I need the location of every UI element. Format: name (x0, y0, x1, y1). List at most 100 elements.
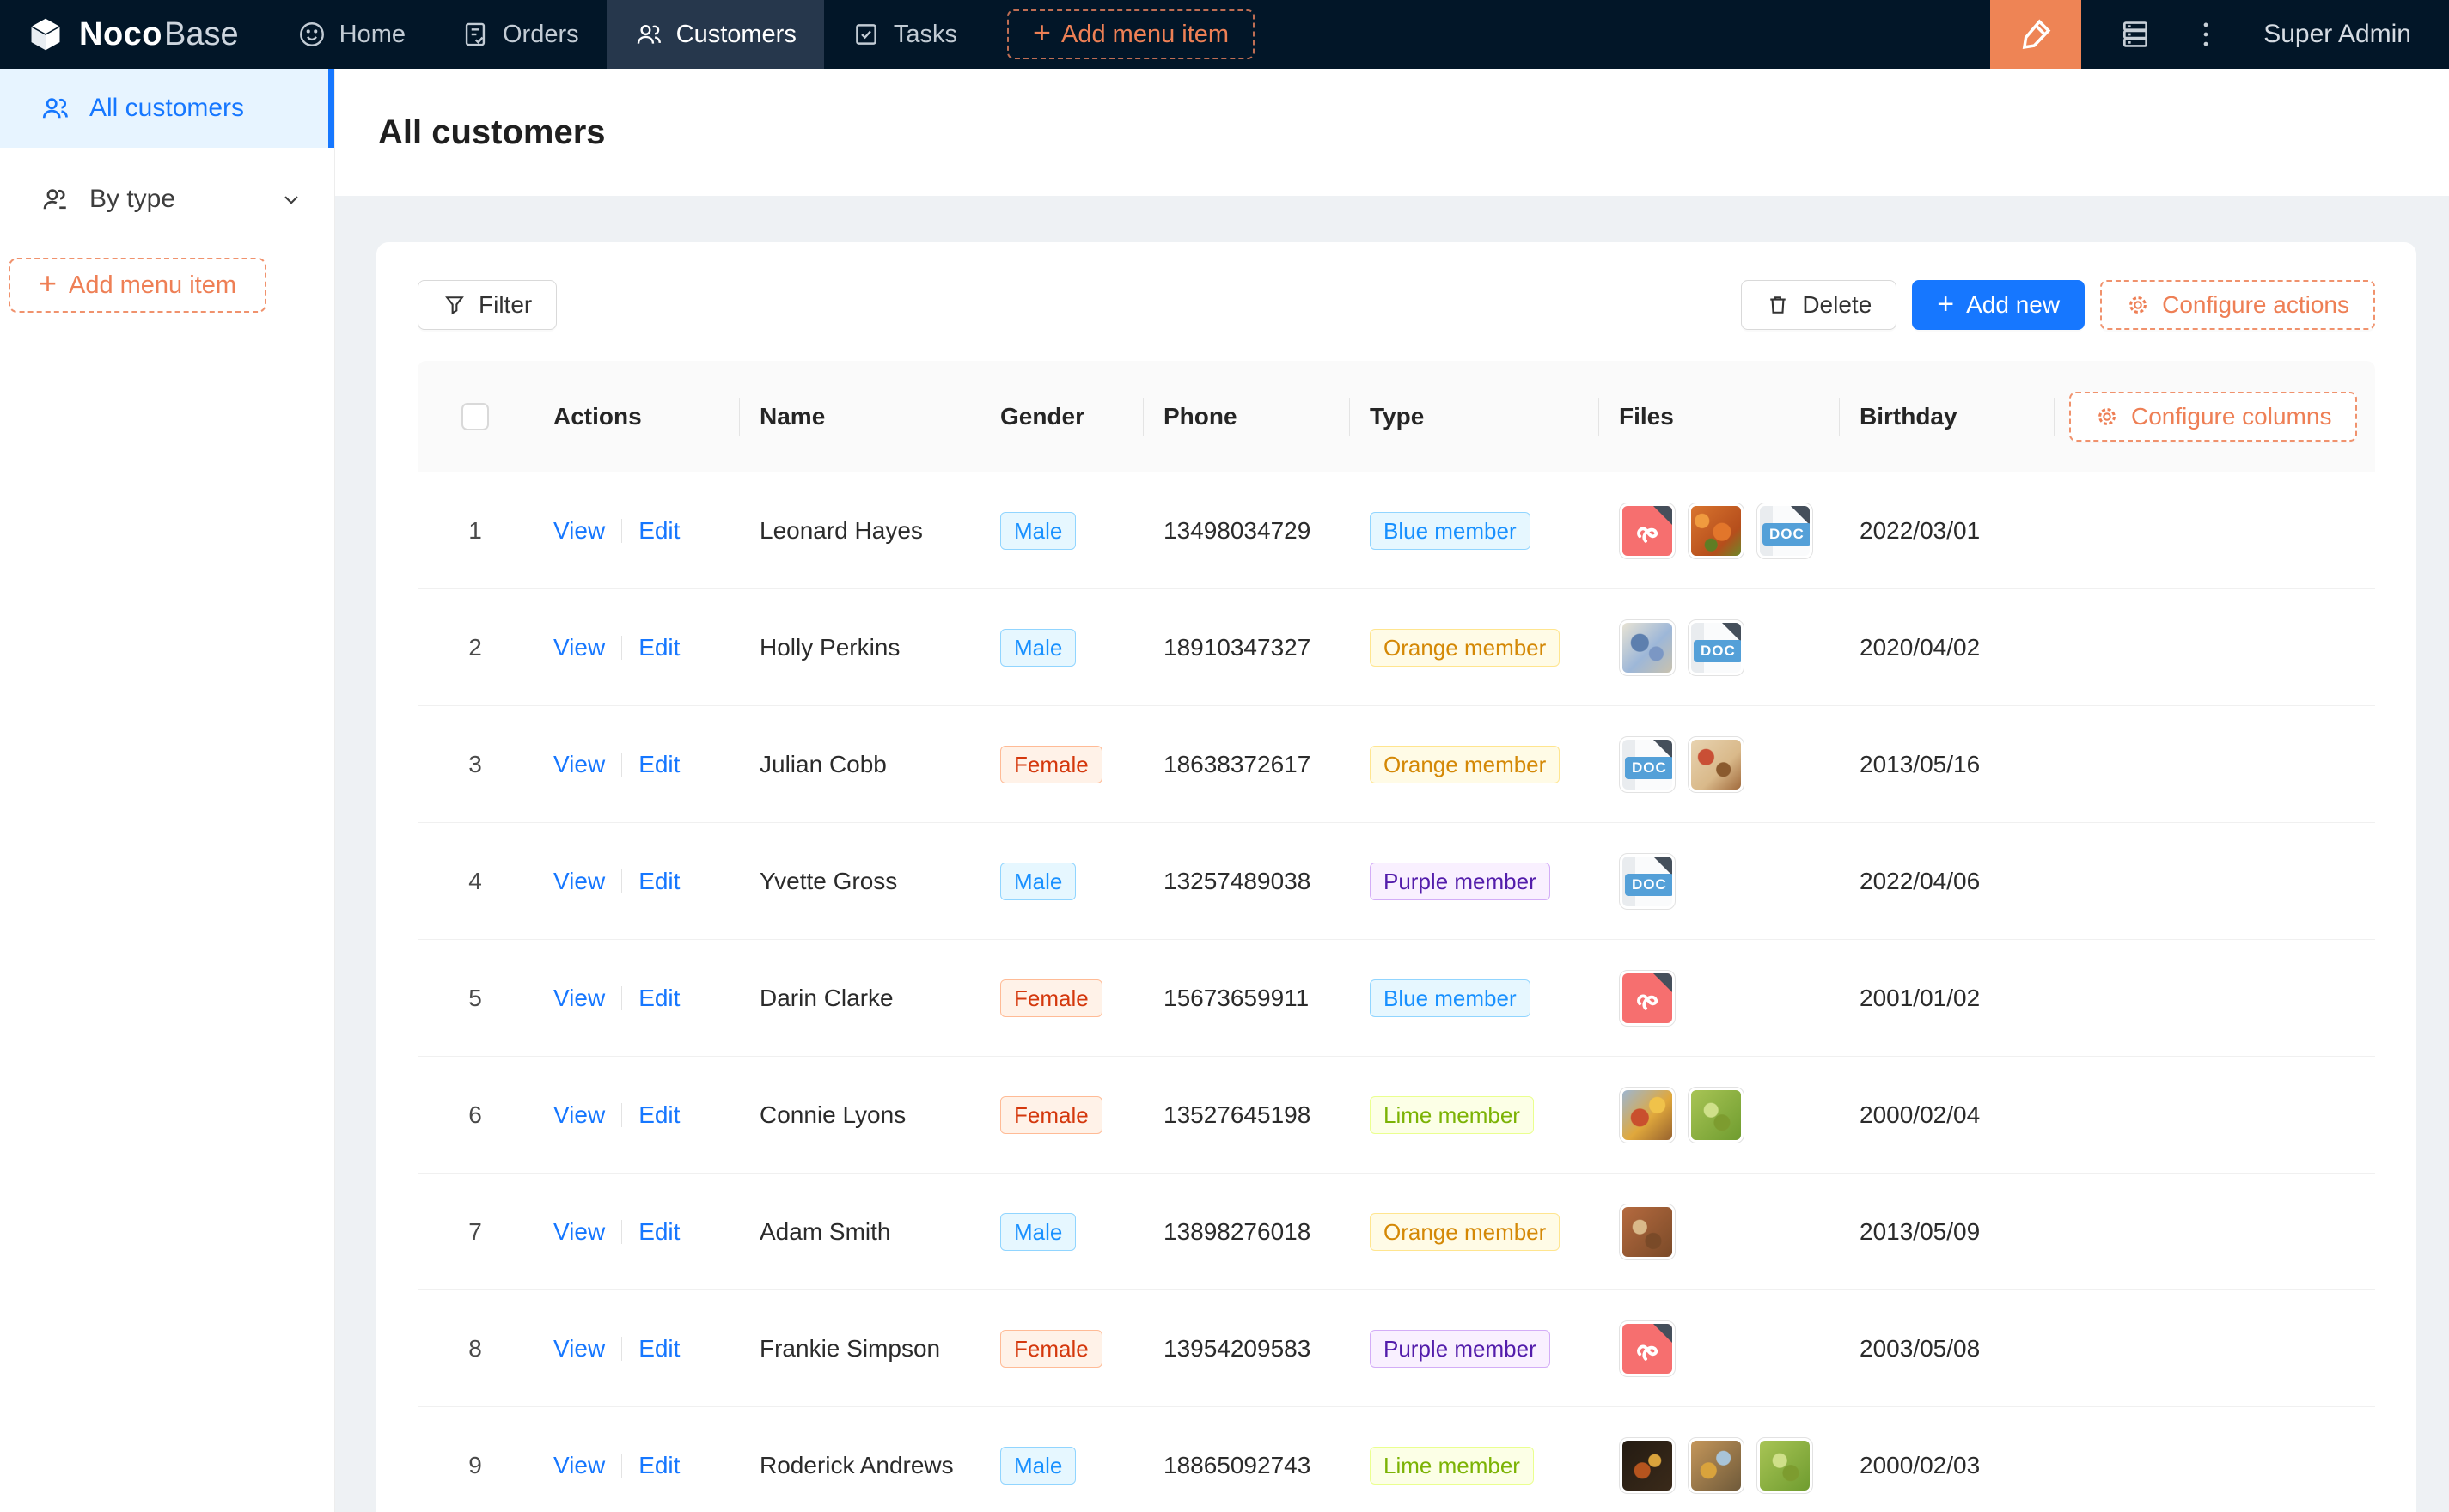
gender-tag: Female (1000, 746, 1102, 783)
row-index: 3 (418, 751, 533, 778)
edit-link[interactable]: Edit (638, 517, 680, 545)
delete-label: Delete (1802, 291, 1872, 319)
customers-table: Actions Name Gender Phone Type Files Bir… (418, 361, 2375, 1512)
type-cell: Lime member (1349, 1096, 1598, 1134)
type-tag: Lime member (1370, 1447, 1534, 1485)
birthday-cell: 2022/04/06 (1839, 868, 2054, 895)
doc-file-icon[interactable]: DOC (1688, 619, 1744, 676)
add-new-label: Add new (1966, 291, 2060, 319)
view-link[interactable]: View (553, 751, 605, 778)
configure-columns-label: Configure columns (2131, 403, 2331, 430)
gender-tag: Male (1000, 1213, 1076, 1251)
gender-cell: Male (980, 512, 1143, 550)
receipt-icon (461, 20, 490, 49)
cube-logo-icon (26, 15, 65, 54)
link-divider (621, 1454, 622, 1478)
image-thumbnail-green-grapes[interactable] (1756, 1437, 1813, 1494)
edit-link[interactable]: Edit (638, 1452, 680, 1479)
add-new-button[interactable]: + Add new (1912, 280, 2085, 330)
user-menu[interactable]: Super Admin (2263, 20, 2411, 49)
type-tag: Lime member (1370, 1096, 1534, 1134)
link-divider (621, 1103, 622, 1127)
top-nav: NocoBase Home Orders Customers Tasks + A… (0, 0, 2449, 69)
sidebar-add-label: Add menu item (69, 271, 236, 300)
select-all-checkbox[interactable] (461, 403, 489, 430)
table-body: 1 View Edit Leonard Hayes Male 134980347… (418, 472, 2375, 1512)
view-link[interactable]: View (553, 634, 605, 662)
sidebar-add-menu-item-button[interactable]: + Add menu item (9, 258, 266, 313)
table-row: 5 View Edit Darin Clarke Female 15673659… (418, 940, 2375, 1057)
edit-link[interactable]: Edit (638, 1335, 680, 1363)
sidebar-item-label: All customers (89, 94, 244, 123)
nav-item-tasks[interactable]: Tasks (824, 0, 985, 69)
nav-item-home[interactable]: Home (270, 0, 433, 69)
row-actions: View Edit (533, 985, 739, 1012)
app-window: NocoBase Home Orders Customers Tasks + A… (0, 0, 2449, 1512)
link-divider (621, 1220, 622, 1244)
doc-file-icon[interactable]: DOC (1619, 853, 1676, 910)
nav-add-menu-item-button[interactable]: + Add menu item (1007, 9, 1255, 59)
table-card: Filter Delete + Add new (376, 242, 2416, 1512)
pdf-file-icon[interactable] (1619, 503, 1676, 559)
name-cell: Darin Clarke (739, 985, 980, 1012)
type-cell: Purple member (1349, 1330, 1598, 1368)
doc-file-icon[interactable]: DOC (1756, 503, 1813, 559)
type-cell: Purple member (1349, 863, 1598, 900)
type-cell: Blue member (1349, 979, 1598, 1017)
sidebar-item-all-customers[interactable]: All customers (0, 69, 334, 148)
nav-item-orders[interactable]: Orders (433, 0, 607, 69)
birthday-cell: 2022/03/01 (1839, 517, 2054, 545)
view-link[interactable]: View (553, 985, 605, 1012)
nocobase-logo[interactable]: NocoBase (0, 15, 270, 54)
pdf-file-icon[interactable] (1619, 970, 1676, 1027)
type-tag: Purple member (1370, 863, 1550, 900)
doc-file-icon[interactable]: DOC (1619, 736, 1676, 793)
phone-cell: 13898276018 (1143, 1218, 1349, 1246)
image-thumbnail-food-2[interactable] (1619, 1204, 1676, 1260)
collections-tool[interactable] (2119, 18, 2152, 51)
edit-link[interactable]: Edit (638, 1218, 680, 1246)
edit-link[interactable]: Edit (638, 868, 680, 895)
smiley-icon (297, 20, 327, 49)
phone-cell: 13954209583 (1143, 1335, 1349, 1363)
pdf-file-icon[interactable] (1619, 1320, 1676, 1377)
image-thumbnail-food-plate[interactable] (1688, 736, 1744, 793)
image-thumbnail-dark-fruit[interactable] (1619, 1437, 1676, 1494)
filter-button[interactable]: Filter (418, 280, 557, 330)
nav-item-label: Home (339, 21, 406, 49)
highlighter-pen-icon (2018, 16, 2054, 52)
view-link[interactable]: View (553, 1101, 605, 1129)
name-cell: Adam Smith (739, 1218, 980, 1246)
more-menu[interactable] (2189, 18, 2222, 51)
edit-link[interactable]: Edit (638, 985, 680, 1012)
row-actions: View Edit (533, 517, 739, 545)
view-link[interactable]: View (553, 517, 605, 545)
edit-link[interactable]: Edit (638, 634, 680, 662)
delete-button[interactable]: Delete (1741, 280, 1896, 330)
view-link[interactable]: View (553, 1335, 605, 1363)
ui-editor-button[interactable] (1990, 0, 2081, 69)
view-link[interactable]: View (553, 1218, 605, 1246)
configure-actions-button[interactable]: Configure actions (2100, 280, 2375, 330)
people-icon (634, 20, 663, 49)
files-cell (1598, 1320, 1839, 1377)
row-index: 7 (418, 1218, 533, 1246)
nav-item-customers[interactable]: Customers (607, 0, 824, 69)
column-header-type: Type (1349, 361, 1598, 472)
phone-cell: 18638372617 (1143, 751, 1349, 778)
view-link[interactable]: View (553, 1452, 605, 1479)
phone-cell: 18910347327 (1143, 634, 1349, 662)
view-link[interactable]: View (553, 868, 605, 895)
phone-cell: 13527645198 (1143, 1101, 1349, 1129)
image-thumbnail-green-grapes[interactable] (1688, 1087, 1744, 1143)
type-tag: Blue member (1370, 512, 1530, 550)
image-thumbnail-fruit-2[interactable] (1688, 1437, 1744, 1494)
configure-columns-button[interactable]: Configure columns (2069, 392, 2357, 442)
sidebar-item-by-type[interactable]: By type (0, 160, 334, 239)
chevron-down-icon[interactable] (279, 187, 303, 211)
edit-link[interactable]: Edit (638, 1101, 680, 1129)
image-thumbnail-fruit[interactable] (1619, 1087, 1676, 1143)
image-thumbnail-orange-flowers[interactable] (1688, 503, 1744, 559)
image-thumbnail-blue-flowers[interactable] (1619, 619, 1676, 676)
edit-link[interactable]: Edit (638, 751, 680, 778)
